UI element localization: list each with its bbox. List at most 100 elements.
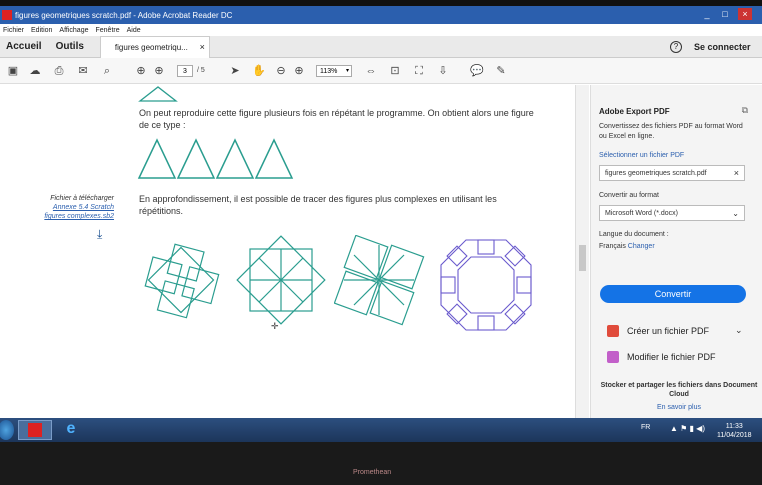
- page-number-input[interactable]: 3: [177, 65, 193, 77]
- select-cursor-icon[interactable]: ➤: [228, 64, 242, 78]
- clock-time: 11:33: [725, 423, 743, 430]
- window-title: figures geometriques scratch.pdf - Adobe…: [15, 10, 233, 20]
- print-icon[interactable]: ⎙: [52, 64, 66, 78]
- vertical-scrollbar[interactable]: [575, 85, 589, 418]
- tab-close-icon[interactable]: ×: [200, 42, 205, 52]
- maximize-button[interactable]: □: [718, 8, 732, 20]
- search-icon[interactable]: ⌕: [100, 64, 114, 78]
- download-icon[interactable]: ⤓: [97, 227, 111, 241]
- expand-chevron-icon[interactable]: ⌄: [735, 325, 743, 336]
- email-icon[interactable]: ✉: [76, 64, 90, 78]
- format-select-value: Microsoft Word (*.docx): [605, 210, 678, 217]
- fit-width-icon[interactable]: ⇔: [364, 64, 378, 78]
- complex-figure-4: [440, 239, 532, 331]
- menu-edit[interactable]: Edition: [31, 27, 52, 34]
- tab-tools[interactable]: Outils: [56, 41, 84, 52]
- close-button[interactable]: ×: [738, 8, 752, 20]
- change-language-link[interactable]: Changer: [628, 243, 655, 250]
- save-icon[interactable]: ▣: [6, 64, 20, 78]
- zoom-value: 113%: [320, 68, 338, 75]
- create-pdf-tool[interactable]: Créer un fichier PDF: [607, 325, 709, 337]
- clear-file-icon[interactable]: ×: [734, 166, 739, 181]
- language-row: Français Changer: [599, 243, 655, 250]
- hand-tool-icon[interactable]: ✋: [252, 64, 266, 78]
- move-cursor-icon: ✛: [271, 321, 279, 331]
- zoom-out-icon[interactable]: ⊖: [274, 64, 288, 78]
- clock[interactable]: 11:33 11/04/2018: [717, 422, 752, 440]
- clock-date: 11/04/2018: [717, 432, 752, 439]
- tray-icons[interactable]: ▲ ⚑ ▮ ◀): [670, 424, 705, 433]
- full-screen-icon[interactable]: ⛶: [412, 64, 426, 78]
- partial-triangle: [138, 86, 178, 102]
- start-button[interactable]: [0, 420, 14, 440]
- taskbar-ie[interactable]: e: [56, 420, 86, 440]
- minimize-button[interactable]: _: [700, 8, 714, 20]
- create-pdf-label: Créer un fichier PDF: [627, 326, 710, 336]
- menu-help[interactable]: Aide: [127, 27, 141, 34]
- monitor-bezel: Promethean: [0, 442, 762, 485]
- acrobat-taskbar-icon: [28, 423, 42, 437]
- scrollbar-thumb[interactable]: [579, 245, 586, 271]
- language-value: Français: [599, 243, 626, 250]
- toolbar: ▣ ☁ ⎙ ✉ ⌕ ⊕ ⊕ 3 / 5 ➤ ✋ ⊖ ⊕ 113% ▾ ⇔ ⊡ ⛶…: [0, 58, 762, 84]
- upload-icon[interactable]: ☁: [28, 64, 42, 78]
- menu-bar: Fichier Edition Affichage Fenêtre Aide: [0, 24, 762, 36]
- download-note: Fichier à télécharger Annexe 5.4 Scratch…: [30, 194, 114, 221]
- triangles-figure: [137, 138, 294, 179]
- taskbar: e FR ▲ ⚑ ▮ ◀) 11:33 11/04/2018: [0, 418, 762, 442]
- taskbar-acrobat[interactable]: [18, 420, 52, 440]
- next-page-icon[interactable]: ⊕: [152, 64, 166, 78]
- cloud-promo: Stocker et partager les fichiers dans Do…: [600, 382, 758, 398]
- edit-pdf-tool[interactable]: Modifier le fichier PDF: [607, 351, 716, 363]
- create-pdf-icon: [607, 325, 619, 337]
- format-select[interactable]: Microsoft Word (*.docx) ⌄: [599, 205, 745, 221]
- acrobat-icon: [2, 10, 12, 20]
- learn-more-link[interactable]: En savoir plus: [599, 404, 759, 411]
- screen: figures geometriques scratch.pdf - Adobe…: [0, 0, 762, 485]
- scroll-mode-icon[interactable]: ⇩: [436, 64, 450, 78]
- tab-home[interactable]: Accueil: [6, 41, 42, 52]
- export-pdf-panel: ⧉ Adobe Export PDF Convertissez des fich…: [590, 85, 762, 418]
- download-note-title: Fichier à télécharger: [50, 195, 114, 202]
- edit-pdf-icon: [607, 351, 619, 363]
- paragraph-2: En approfondissement, il est possible de…: [139, 194, 497, 216]
- page-total: / 5: [197, 67, 205, 74]
- chevron-down-icon: ⌄: [732, 209, 739, 218]
- title-bar: figures geometriques scratch.pdf - Adobe…: [0, 6, 762, 24]
- document-view[interactable]: On peut reproduire cette figure plusieur…: [0, 85, 575, 418]
- download-link[interactable]: Annexe 5.4 Scratch figures complexes.sb2: [30, 203, 114, 221]
- internet-explorer-icon: e: [66, 420, 76, 437]
- convert-format-label: Convertir au format: [599, 192, 659, 199]
- zoom-in-icon[interactable]: ⊕: [292, 64, 306, 78]
- draw-icon[interactable]: ✎: [494, 64, 508, 78]
- fit-page-icon[interactable]: ⊡: [388, 64, 402, 78]
- panel-description: Convertissez des fichiers PDF au format …: [599, 123, 743, 140]
- chevron-down-icon: ▾: [345, 68, 349, 74]
- select-file-link[interactable]: Sélectionner un fichier PDF: [599, 152, 684, 159]
- menu-view[interactable]: Affichage: [59, 27, 88, 34]
- sign-in-link[interactable]: Se connecter: [694, 42, 751, 52]
- panel-collapse-icon[interactable]: ⧉: [742, 105, 748, 116]
- acrobat-window: figures geometriques scratch.pdf - Adobe…: [0, 6, 762, 418]
- brand-label: Promethean: [353, 469, 392, 476]
- file-field-value: figures geometriques scratch.pdf: [605, 170, 707, 177]
- complex-figure-3: [334, 235, 425, 326]
- menu-window[interactable]: Fenêtre: [95, 27, 119, 34]
- tab-document-label: figures geometriqu...: [114, 42, 188, 52]
- tab-bar: Accueil Outils figures geometriqu... × ?…: [0, 35, 762, 58]
- tab-document[interactable]: figures geometriqu... ×: [99, 35, 210, 58]
- complex-figure-1: [144, 243, 220, 319]
- complex-figure-2: [236, 235, 326, 325]
- comment-icon[interactable]: 💬: [470, 64, 484, 78]
- previous-page-icon[interactable]: ⊕: [134, 64, 148, 78]
- file-field[interactable]: figures geometriques scratch.pdf ×: [599, 165, 745, 181]
- convert-button[interactable]: Convertir: [600, 285, 746, 303]
- paragraph-1: On peut reproduire cette figure plusieur…: [139, 108, 534, 130]
- panel-title: Adobe Export PDF: [599, 107, 670, 116]
- language-indicator[interactable]: FR: [641, 424, 650, 431]
- menu-file[interactable]: Fichier: [3, 27, 24, 34]
- language-label: Langue du document :: [599, 231, 669, 238]
- edit-pdf-label: Modifier le fichier PDF: [627, 352, 716, 362]
- zoom-select[interactable]: 113% ▾: [316, 65, 352, 77]
- help-icon[interactable]: ?: [670, 41, 682, 53]
